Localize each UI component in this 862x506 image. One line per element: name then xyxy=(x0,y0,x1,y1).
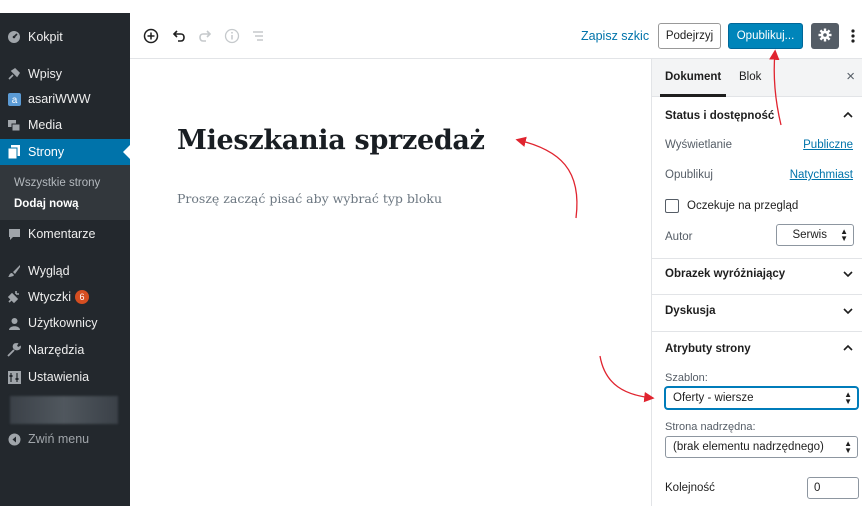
author-select[interactable]: Serwis ▲ ▼ xyxy=(776,224,854,246)
save-draft-link[interactable]: Zapisz szkic xyxy=(581,29,649,43)
menu-comments[interactable]: Komentarze xyxy=(0,221,130,247)
wp-block-editor: Kokpit Wpisy a asariWWW Media Strony Wsz… xyxy=(0,0,862,506)
settings-toggle-button[interactable] xyxy=(811,23,839,49)
post-title[interactable]: Mieszkania sprzedaż xyxy=(177,125,485,156)
menu-media-label: Media xyxy=(28,118,63,132)
brush-icon xyxy=(0,264,28,278)
publish-button[interactable]: Opublikuj... xyxy=(728,23,803,49)
settings-sliders-icon xyxy=(0,370,28,384)
editor-toolbar: Zapisz szkic Podejrzyj Opublikuj... xyxy=(130,13,862,59)
collapse-menu-label: Zwiń menu xyxy=(28,432,90,446)
pin-icon xyxy=(0,67,28,81)
top-margin xyxy=(0,0,862,13)
gear-icon xyxy=(818,28,832,45)
menu-asari[interactable]: a asariWWW xyxy=(0,86,130,112)
menu-posts[interactable]: Wpisy xyxy=(0,61,130,87)
menu-users[interactable]: Użytkownicy xyxy=(0,310,130,336)
info-icon[interactable] xyxy=(221,25,243,47)
chevron-up-icon[interactable] xyxy=(843,343,853,355)
svg-text:a: a xyxy=(11,95,17,106)
add-block-icon[interactable] xyxy=(140,25,162,47)
template-select-value: Oferty - wiersze xyxy=(673,392,754,404)
menu-comments-label: Komentarze xyxy=(28,227,96,241)
pages-icon xyxy=(0,145,28,159)
asari-icon: a xyxy=(0,92,28,106)
menu-pages[interactable]: Strony xyxy=(0,139,130,165)
status-panel-title[interactable]: Status i dostępność xyxy=(665,110,774,122)
menu-settings-label: Ustawienia xyxy=(28,370,90,384)
menu-plugins-label: Wtyczki xyxy=(28,290,72,304)
menu-posts-label: Wpisy xyxy=(28,67,63,81)
chevron-up-icon[interactable] xyxy=(843,110,853,122)
select-arrows-icon: ▲ ▼ xyxy=(840,227,848,243)
page-attributes-panel-title[interactable]: Atrybuty strony xyxy=(665,343,751,355)
template-label: Szablon: xyxy=(665,372,708,384)
redacted-menu-item xyxy=(10,396,118,424)
menu-dashboard[interactable]: Kokpit xyxy=(0,24,130,50)
tab-block[interactable]: Blok xyxy=(739,71,761,83)
pending-review-label[interactable]: Oczekuje na przegląd xyxy=(687,200,798,212)
chevron-down-icon[interactable] xyxy=(843,269,853,281)
active-tab-indicator xyxy=(660,94,726,97)
plugins-update-badge: 6 xyxy=(75,290,90,304)
author-select-value: Serwis xyxy=(792,229,827,241)
order-label: Kolejność xyxy=(665,482,715,494)
editor-canvas: Mieszkania sprzedaż Proszę zacząć pisać … xyxy=(130,59,651,506)
media-icon xyxy=(0,118,28,132)
pages-submenu xyxy=(0,165,130,220)
submenu-all-pages[interactable]: Wszystkie strony xyxy=(14,177,100,189)
menu-settings[interactable]: Ustawienia xyxy=(0,364,130,390)
select-arrows-icon: ▲ ▼ xyxy=(844,390,852,406)
menu-plugins[interactable]: Wtyczki 6 xyxy=(0,284,130,310)
outline-list-icon[interactable] xyxy=(247,25,269,47)
featured-image-panel-title[interactable]: Obrazek wyróżniający xyxy=(665,268,785,280)
comment-icon xyxy=(0,228,28,241)
dashboard-icon xyxy=(0,30,28,44)
collapse-menu[interactable]: Zwiń menu xyxy=(0,426,130,452)
parent-page-select-value: (brak elementu nadrzędnego) xyxy=(673,441,824,453)
preview-button[interactable]: Podejrzyj xyxy=(658,23,721,49)
order-input[interactable]: 0 xyxy=(807,477,859,499)
sidebar-tabs: Dokument Blok × xyxy=(652,59,862,97)
menu-media[interactable]: Media xyxy=(0,112,130,138)
settings-sidebar: Dokument Blok × Status i dostępność Wyśw… xyxy=(651,59,862,506)
publish-label: Opublikuj xyxy=(665,169,713,181)
more-options-icon[interactable] xyxy=(847,25,859,47)
parent-page-label: Strona nadrzędna: xyxy=(665,421,756,433)
parent-page-select[interactable]: (brak elementu nadrzędnego) ▲ ▼ xyxy=(665,436,858,458)
panel-divider xyxy=(652,331,862,332)
discussion-panel-title[interactable]: Dyskusja xyxy=(665,305,716,317)
panel-divider xyxy=(652,258,862,259)
menu-tools-label: Narzędzia xyxy=(28,343,85,357)
menu-appearance-label: Wygląd xyxy=(28,264,70,278)
wrench-icon xyxy=(0,343,28,357)
menu-appearance[interactable]: Wygląd xyxy=(0,258,130,284)
menu-asari-label: asariWWW xyxy=(28,92,91,106)
redo-icon[interactable] xyxy=(194,25,216,47)
author-label: Autor xyxy=(665,231,693,243)
menu-pages-label: Strony xyxy=(28,145,65,159)
undo-icon[interactable] xyxy=(168,25,190,47)
select-arrows-icon: ▲ ▼ xyxy=(844,439,852,455)
user-icon xyxy=(0,317,28,330)
visibility-label: Wyświetlanie xyxy=(665,139,733,151)
plug-icon xyxy=(0,290,28,304)
chevron-down-icon[interactable] xyxy=(843,306,853,318)
tab-document[interactable]: Dokument xyxy=(665,71,721,83)
panel-divider xyxy=(652,294,862,295)
collapse-arrow-icon xyxy=(0,433,28,446)
admin-sidebar: Kokpit Wpisy a asariWWW Media Strony Wsz… xyxy=(0,0,130,506)
publish-date-link[interactable]: Natychmiast xyxy=(790,169,853,181)
template-select[interactable]: Oferty - wiersze ▲ ▼ xyxy=(665,387,858,409)
pending-review-checkbox[interactable] xyxy=(665,199,679,213)
close-icon[interactable]: × xyxy=(846,68,855,85)
menu-dashboard-label: Kokpit xyxy=(28,30,63,44)
menu-users-label: Użytkownicy xyxy=(28,316,98,330)
submenu-add-new[interactable]: Dodaj nową xyxy=(14,198,79,210)
visibility-link[interactable]: Publiczne xyxy=(803,139,853,151)
menu-tools[interactable]: Narzędzia xyxy=(0,337,130,363)
default-block-appender[interactable]: Proszę zacząć pisać aby wybrać typ bloku xyxy=(177,191,442,206)
